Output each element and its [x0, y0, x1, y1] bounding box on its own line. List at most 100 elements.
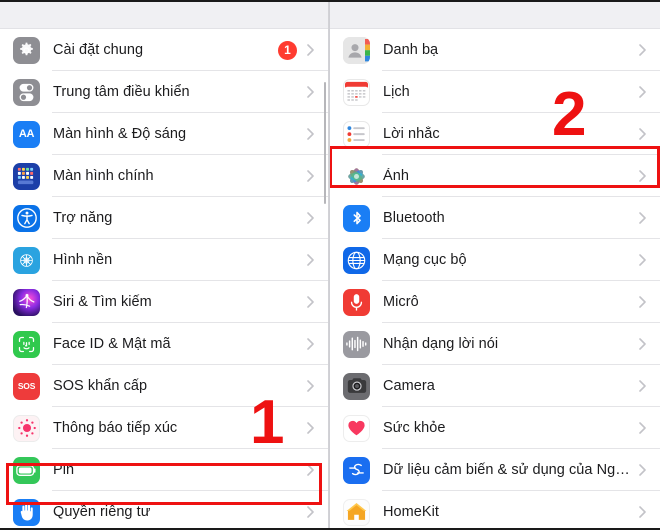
- battery-icon: [13, 456, 40, 484]
- settings-row-label: Camera: [383, 378, 435, 394]
- settings-row-right-11[interactable]: HomeKit: [330, 491, 660, 528]
- settings-row-right-6[interactable]: Micrô: [330, 281, 660, 323]
- chevron-right-icon: [639, 44, 646, 56]
- settings-row-label: HomeKit: [383, 504, 439, 520]
- face-id-icon: [13, 330, 40, 358]
- reminders-icon: [343, 120, 370, 148]
- settings-row-label: Face ID & Mật mã: [53, 336, 171, 352]
- settings-row-label: Micrô: [383, 294, 419, 310]
- settings-row-label: Ảnh: [383, 168, 409, 184]
- display-brightness-icon: AA: [13, 120, 40, 148]
- settings-row-label: Dữ liệu cảm biến & sử dụng của Nghiê...: [383, 462, 639, 478]
- settings-row-left-9[interactable]: Thông báo tiếp xúc: [0, 407, 328, 449]
- settings-row-left-3[interactable]: Màn hình chính: [0, 155, 328, 197]
- chevron-right-icon: [639, 380, 646, 392]
- settings-row-right-0[interactable]: Danh bạ: [330, 29, 660, 71]
- chevron-right-icon: [639, 170, 646, 182]
- settings-row-label: SOS khẩn cấp: [53, 378, 148, 394]
- chevron-right-icon: [307, 296, 314, 308]
- chevron-right-icon: [639, 86, 646, 98]
- chevron-right-icon: [307, 464, 314, 476]
- microphone-icon: [343, 288, 370, 316]
- homekit-icon: [343, 498, 370, 526]
- settings-row-label: Quyền riêng tư: [53, 504, 151, 520]
- settings-row-label: Lịch: [383, 84, 410, 100]
- chevron-right-icon: [639, 338, 646, 350]
- settings-row-label: Sức khỏe: [383, 420, 446, 436]
- sos-icon: SOS: [13, 372, 40, 400]
- settings-row-left-11[interactable]: Quyền riêng tư: [0, 491, 328, 528]
- settings-row-left-1[interactable]: Trung tâm điều khiển: [0, 71, 328, 113]
- exposure-notification-icon: [13, 414, 40, 442]
- speech-recognition-icon: [343, 330, 370, 358]
- settings-row-left-6[interactable]: Siri & Tìm kiếm: [0, 281, 328, 323]
- health-icon: [343, 414, 370, 442]
- chevron-right-icon: [307, 86, 314, 98]
- right-settings-list[interactable]: Danh bạ Lịch Lời nhắc Ảnh Bluetooth Mạng cục…: [330, 29, 660, 528]
- tutorial-screenshot: Cài đặt chung 1 Trung tâm điều khiển AA Màn …: [0, 0, 660, 530]
- control-center-icon: [13, 78, 40, 106]
- settings-row-left-5[interactable]: Hình nền: [0, 239, 328, 281]
- right-status-bar: [330, 2, 660, 29]
- calendar-icon: [343, 78, 370, 106]
- chevron-right-icon: [307, 380, 314, 392]
- chevron-right-icon: [307, 422, 314, 434]
- siri-icon: [13, 288, 40, 316]
- settings-row-left-10[interactable]: Pin: [0, 449, 328, 491]
- settings-row-right-3[interactable]: Ảnh: [330, 155, 660, 197]
- left-settings-panel: Cài đặt chung 1 Trung tâm điều khiển AA Màn …: [0, 2, 329, 528]
- settings-row-label: Cài đặt chung: [53, 42, 144, 58]
- notification-badge: 1: [278, 40, 297, 60]
- right-settings-panel: Danh bạ Lịch Lời nhắc Ảnh Bluetooth Mạng cục…: [329, 2, 660, 528]
- settings-row-left-0[interactable]: Cài đặt chung 1: [0, 29, 328, 71]
- settings-row-left-8[interactable]: SOS SOS khẩn cấp: [0, 365, 328, 407]
- settings-row-left-7[interactable]: Face ID & Mật mã: [0, 323, 328, 365]
- settings-row-label: Trợ năng: [53, 210, 113, 226]
- settings-row-label: Thông báo tiếp xúc: [53, 420, 178, 436]
- local-network-icon: [343, 246, 370, 274]
- settings-row-label: Pin: [53, 462, 75, 478]
- chevron-right-icon: [639, 296, 646, 308]
- settings-row-right-9[interactable]: Sức khỏe: [330, 407, 660, 449]
- accessibility-icon: [13, 204, 40, 232]
- chevron-right-icon: [307, 254, 314, 266]
- wallpaper-icon: [13, 246, 40, 274]
- left-status-bar: [0, 2, 328, 29]
- settings-row-right-7[interactable]: Nhận dạng lời nói: [330, 323, 660, 365]
- settings-row-label: Bluetooth: [383, 210, 445, 226]
- privacy-hand-icon: [13, 498, 40, 526]
- contacts-icon: [343, 36, 370, 64]
- chevron-right-icon: [639, 212, 646, 224]
- settings-row-left-4[interactable]: Trợ năng: [0, 197, 328, 239]
- left-scroll-indicator[interactable]: [324, 82, 326, 204]
- settings-row-label: Danh bạ: [383, 42, 439, 58]
- settings-row-left-2[interactable]: AA Màn hình & Độ sáng: [0, 113, 328, 155]
- settings-row-label: Mạng cục bộ: [383, 252, 467, 268]
- settings-row-label: Lời nhắc: [383, 126, 440, 142]
- chevron-right-icon: [307, 44, 314, 56]
- chevron-right-icon: [639, 128, 646, 140]
- research-sensor-icon: [343, 456, 370, 484]
- chevron-right-icon: [639, 422, 646, 434]
- chevron-right-icon: [639, 464, 646, 476]
- left-settings-list[interactable]: Cài đặt chung 1 Trung tâm điều khiển AA Màn …: [0, 29, 328, 528]
- settings-row-right-2[interactable]: Lời nhắc: [330, 113, 660, 155]
- chevron-right-icon: [307, 212, 314, 224]
- camera-icon: [343, 372, 370, 400]
- settings-row-right-8[interactable]: Camera: [330, 365, 660, 407]
- chevron-right-icon: [307, 506, 314, 518]
- bluetooth-icon: [343, 204, 370, 232]
- chevron-right-icon: [307, 128, 314, 140]
- settings-row-label: Siri & Tìm kiếm: [53, 294, 152, 310]
- settings-row-label: Trung tâm điều khiển: [53, 84, 190, 100]
- chevron-right-icon: [307, 170, 314, 182]
- settings-row-right-4[interactable]: Bluetooth: [330, 197, 660, 239]
- chevron-right-icon: [639, 254, 646, 266]
- gear-icon: [13, 36, 40, 64]
- photos-icon: [343, 162, 370, 190]
- settings-row-right-1[interactable]: Lịch: [330, 71, 660, 113]
- settings-row-right-10[interactable]: Dữ liệu cảm biến & sử dụng của Nghiê...: [330, 449, 660, 491]
- chevron-right-icon: [307, 338, 314, 350]
- settings-row-right-5[interactable]: Mạng cục bộ: [330, 239, 660, 281]
- settings-row-label: Màn hình & Độ sáng: [53, 126, 187, 142]
